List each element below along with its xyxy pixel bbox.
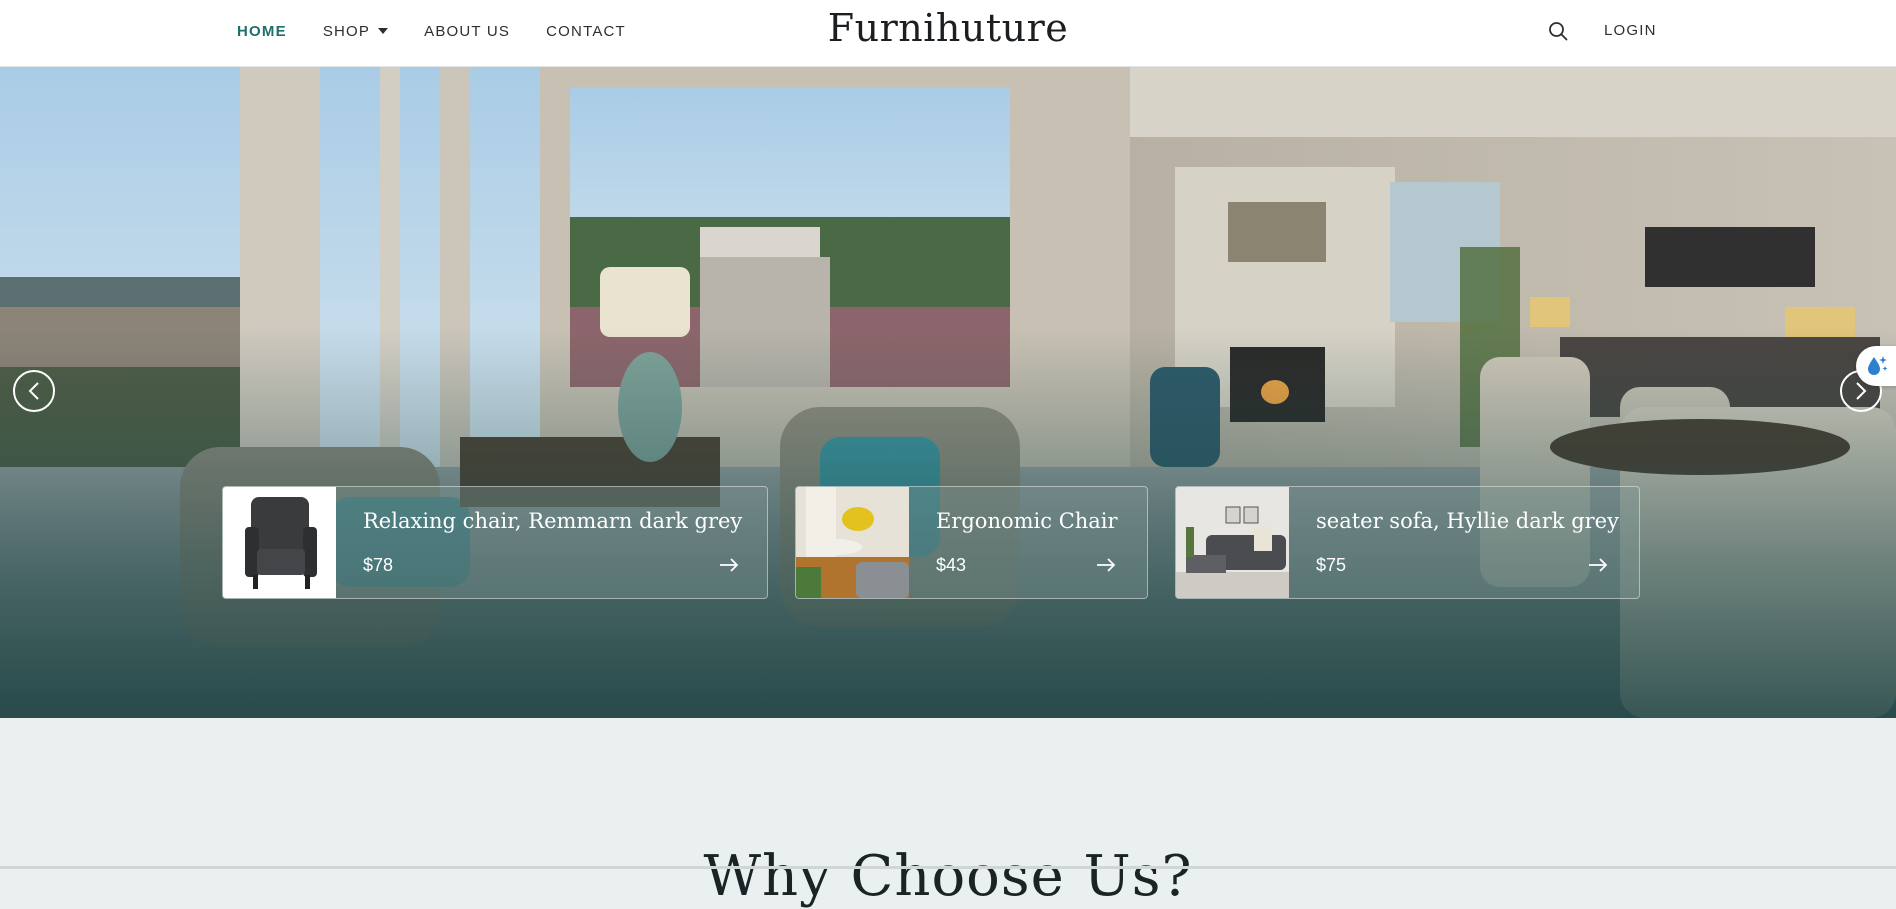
product-card[interactable]: seater sofa, Hyllie dark grey $75 (1175, 486, 1640, 599)
product-image (796, 487, 909, 598)
arrow-right-icon[interactable] (719, 557, 739, 573)
product-price: $75 (1316, 555, 1347, 575)
login-link[interactable]: LOGIN (1604, 22, 1657, 39)
product-title: Ergonomic Chair (936, 509, 1118, 533)
chevron-left-icon (28, 382, 39, 400)
accessibility-widget[interactable] (1856, 346, 1896, 386)
product-title: Relaxing chair, Remmarn dark grey (363, 509, 743, 533)
arrow-right-icon[interactable] (1096, 557, 1116, 573)
chevron-right-icon (1856, 382, 1867, 400)
product-price: $43 (936, 555, 967, 575)
water-drop-icon (1868, 356, 1888, 375)
product-card[interactable]: Ergonomic Chair $43 (795, 486, 1148, 599)
product-price: $78 (363, 555, 394, 575)
hero-slider (0, 67, 1896, 718)
hero-overlay (0, 67, 1896, 718)
product-title: seater sofa, Hyllie dark grey (1316, 509, 1619, 533)
site-header: HOME SHOP ABOUT US CONTACT Furnihuture L… (0, 0, 1896, 67)
search-icon[interactable] (1548, 21, 1568, 41)
product-card[interactable]: Relaxing chair, Remmarn dark grey $78 (222, 486, 768, 599)
product-image (223, 487, 336, 598)
section-title: Why Choose Us? (703, 844, 1193, 909)
slider-prev-button[interactable] (13, 370, 55, 412)
arrow-right-icon[interactable] (1588, 557, 1608, 573)
product-image (1176, 487, 1289, 598)
